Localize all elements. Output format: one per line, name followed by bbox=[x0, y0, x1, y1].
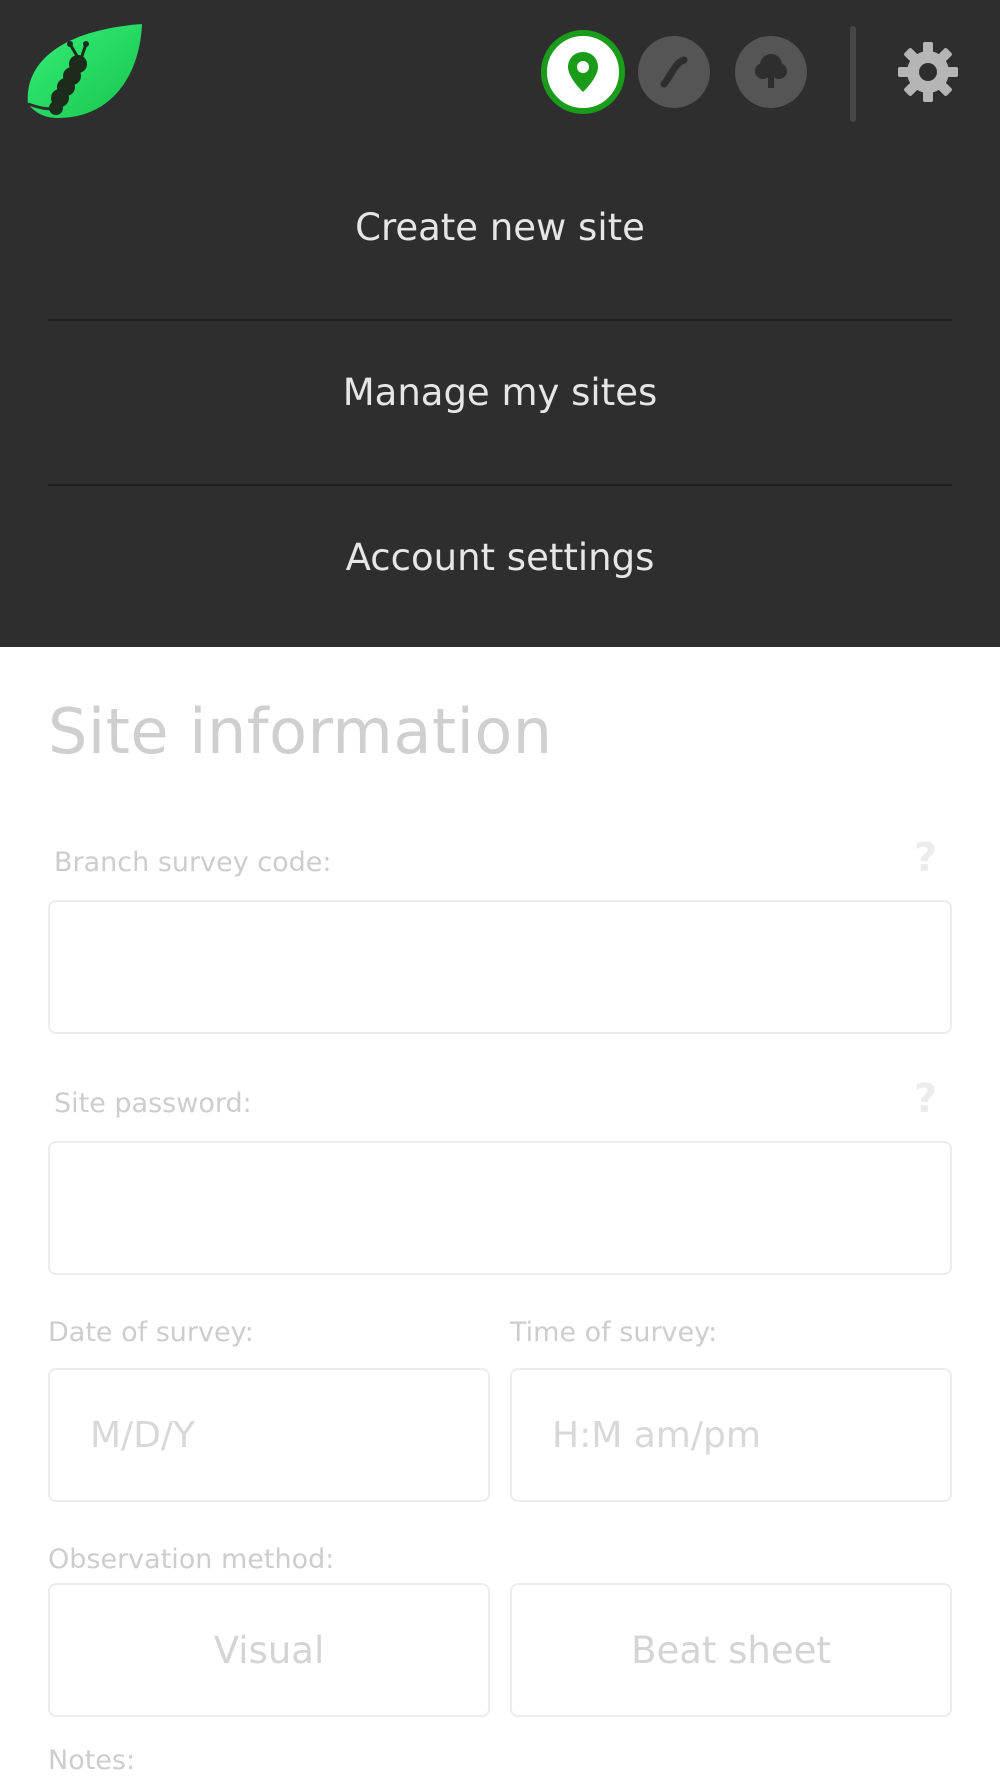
date-label: Date of survey: bbox=[48, 1317, 254, 1348]
help-icon[interactable]: ? bbox=[914, 835, 937, 881]
beat-sheet-option-button[interactable]: Beat sheet bbox=[510, 1583, 952, 1717]
map-pin-icon bbox=[568, 52, 598, 92]
notes-label: Notes: bbox=[48, 1745, 136, 1776]
menu-item-account-settings[interactable]: Account settings bbox=[48, 475, 952, 639]
settings-dropdown-menu: Create new site Manage my sites Account … bbox=[0, 145, 1000, 647]
tree-survey-button[interactable] bbox=[735, 36, 807, 108]
menu-item-manage-my-sites[interactable]: Manage my sites bbox=[48, 310, 952, 474]
observation-method-label: Observation method: bbox=[48, 1544, 335, 1575]
page-title: Site information bbox=[48, 695, 553, 768]
caterpillar-survey-button[interactable] bbox=[638, 36, 710, 108]
menu-item-label: Create new site bbox=[355, 205, 645, 249]
caterpillar-icon bbox=[660, 56, 688, 88]
option-label: Visual bbox=[213, 1628, 325, 1672]
visual-option-button[interactable]: Visual bbox=[48, 1583, 490, 1717]
top-navigation-bar bbox=[0, 0, 1000, 145]
gear-icon[interactable] bbox=[896, 40, 960, 104]
branch-code-input[interactable] bbox=[48, 900, 952, 1034]
site-map-button[interactable] bbox=[541, 30, 625, 114]
nav-divider bbox=[850, 26, 856, 122]
tree-icon bbox=[755, 54, 787, 88]
menu-item-create-new-site[interactable]: Create new site bbox=[48, 145, 952, 309]
menu-item-label: Manage my sites bbox=[342, 370, 658, 414]
leaf-caterpillar-logo[interactable] bbox=[22, 22, 144, 122]
time-input[interactable] bbox=[510, 1368, 952, 1502]
date-input[interactable] bbox=[48, 1368, 490, 1502]
help-icon[interactable]: ? bbox=[914, 1076, 937, 1122]
option-label: Beat sheet bbox=[631, 1628, 831, 1672]
site-password-label: Site password: bbox=[54, 1088, 252, 1119]
menu-item-label: Account settings bbox=[345, 535, 655, 579]
time-label: Time of survey: bbox=[510, 1317, 718, 1348]
site-password-input[interactable] bbox=[48, 1141, 952, 1275]
branch-code-label: Branch survey code: bbox=[54, 847, 332, 878]
site-information-form: Site information Branch survey code: ? S… bbox=[0, 647, 1000, 1778]
